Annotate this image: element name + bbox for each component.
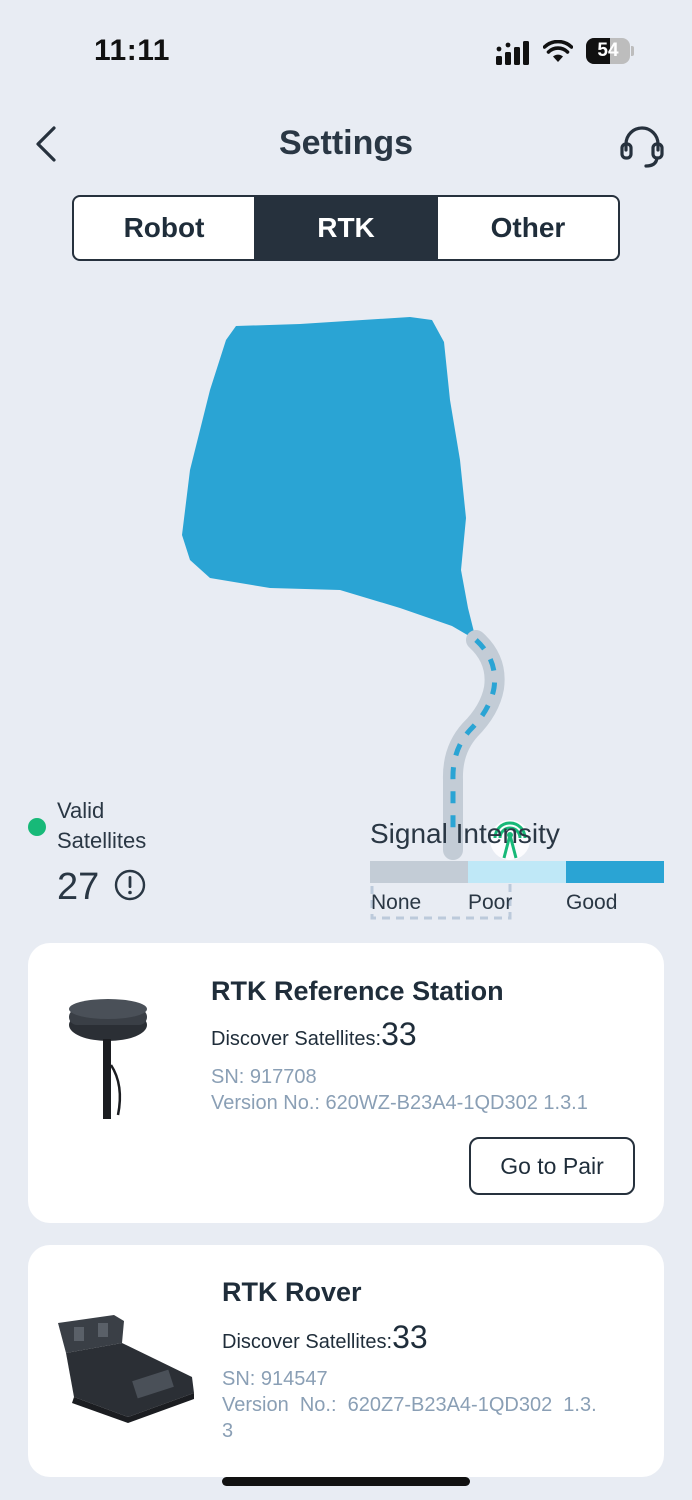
- mowing-area: [182, 317, 476, 640]
- rover-dock-image: [58, 1315, 194, 1423]
- signal-good-bar: [566, 861, 664, 883]
- signal-poor-label: Poor: [468, 891, 513, 914]
- tab-other[interactable]: Other: [436, 197, 618, 259]
- station-satellite-count: 33: [381, 1016, 417, 1052]
- rtk-station-card: RTK Reference Station Discover Satellite…: [28, 943, 664, 1223]
- rover-satellite-count: 33: [392, 1319, 428, 1355]
- rover-version-continued: 3: [222, 1420, 234, 1442]
- cellular-signal-icon: [496, 41, 529, 65]
- station-title: RTK Reference Station: [211, 976, 504, 1006]
- rover-sn: SN: 914547: [222, 1368, 328, 1390]
- station-discover-satellites: Discover Satellites:33: [211, 1016, 417, 1052]
- status-time: 11:11: [94, 34, 170, 67]
- go-to-pair-button[interactable]: Go to Pair: [469, 1137, 635, 1195]
- valid-satellites-label: Valid Satellites: [57, 798, 147, 853]
- signal-intensity-legend: Signal Intensity None Poor Good: [370, 818, 670, 918]
- station-sn: SN: 917708: [211, 1066, 317, 1088]
- rtk-rover-card: RTK Rover Discover Satellites:33 SN: 914…: [28, 1245, 664, 1477]
- signal-intensity-title: Signal Intensity: [370, 818, 560, 849]
- home-indicator[interactable]: [222, 1477, 470, 1486]
- valid-satellites-count: 27: [57, 866, 100, 908]
- status-dot-icon: [28, 818, 46, 836]
- signal-none-bar: [370, 861, 468, 883]
- wifi-icon: [543, 40, 573, 62]
- signal-good-label: Good: [566, 891, 618, 914]
- rover-discover-satellites: Discover Satellites:33: [222, 1319, 428, 1355]
- info-icon[interactable]: [114, 869, 146, 901]
- rover-title: RTK Rover: [222, 1277, 362, 1307]
- settings-tabs: Robot RTK Other: [72, 195, 620, 261]
- signal-none-label: None: [371, 891, 422, 914]
- station-version: Version No.: 620WZ-B23A4-1QD302 1.3.1: [211, 1092, 588, 1114]
- headset-support-icon[interactable]: [618, 122, 666, 170]
- page-title: Settings: [278, 124, 414, 162]
- tab-robot[interactable]: Robot: [74, 197, 254, 259]
- battery-level: 54: [597, 40, 619, 61]
- valid-satellites: Valid Satellites 27: [28, 796, 228, 916]
- tab-rtk[interactable]: RTK: [254, 197, 436, 259]
- reference-station-image: [69, 999, 147, 1119]
- rover-version: Version No.: 620Z7-B23A4-1QD302 1.3.: [222, 1394, 597, 1416]
- nav-header: Settings: [0, 110, 692, 180]
- battery-icon: 54: [586, 38, 634, 64]
- signal-poor-bar: [468, 861, 566, 883]
- status-bar: 11:11 54: [0, 0, 692, 100]
